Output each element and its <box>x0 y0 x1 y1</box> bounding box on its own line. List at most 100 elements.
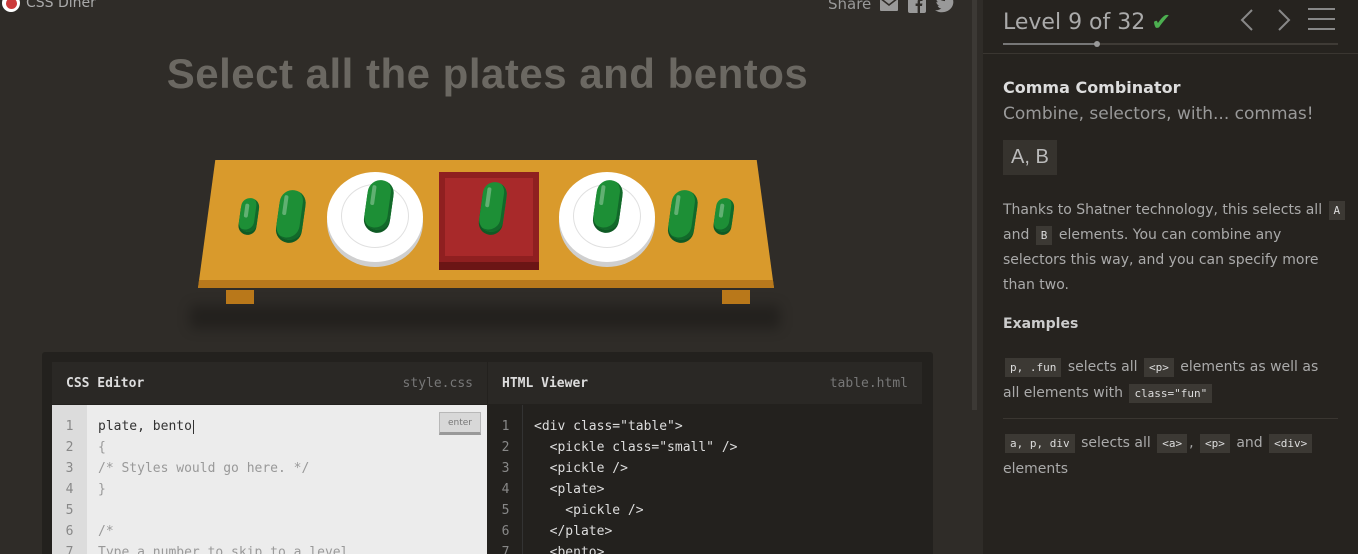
code-tag: <p> <box>1143 358 1174 377</box>
example-text: selects all <box>1081 435 1151 451</box>
checkmark-icon: ✔ <box>1151 8 1172 36</box>
code-tag: A <box>1328 201 1346 220</box>
markup-line[interactable]: 6 </plate> <box>488 521 922 542</box>
example-text: selects all <box>1067 359 1138 375</box>
code-tag: <a> <box>1157 434 1188 453</box>
share-label: Share <box>828 0 872 13</box>
html-viewer-filename: table.html <box>829 375 908 391</box>
example-text: elements <box>1003 461 1069 477</box>
line-number: 3 <box>501 461 510 476</box>
markup-line[interactable]: 4 <plate> <box>488 479 922 500</box>
markup-text: <pickle class="small" /> <box>534 440 738 455</box>
markup-line[interactable]: 7 <bento> <box>488 542 922 554</box>
code-tag: class="fun" <box>1129 384 1213 403</box>
line-number: 5 <box>65 503 74 518</box>
text-caret <box>192 419 194 434</box>
line-number: 6 <box>501 524 510 539</box>
level-sidebar: Level 9 of 32 ✔ Comma Combinator Combine… <box>983 0 1358 554</box>
css-editor-filename: style.css <box>402 375 473 391</box>
code-tag: <div> <box>1269 434 1313 453</box>
css-editor-header: CSS Editor style.css <box>52 362 487 404</box>
line-number: 3 <box>65 461 74 476</box>
markup-text: <div class="table"> <box>534 419 683 434</box>
code-text: { <box>98 440 106 455</box>
menu-bar <box>1308 28 1335 30</box>
table-leg-right <box>722 290 750 304</box>
code-line: 4} <box>52 479 487 500</box>
line-number: 6 <box>65 524 74 539</box>
level-progress-bar <box>1003 41 1338 47</box>
examples-heading: Examples <box>1003 316 1079 332</box>
line-number: 2 <box>501 440 510 455</box>
code-text: Type a number to skip to a level. <box>98 545 357 554</box>
twitter-icon[interactable] <box>935 0 955 14</box>
code-line: 2{ <box>52 437 487 458</box>
code-tag: a, p, div <box>1005 434 1075 453</box>
html-viewer-title: HTML Viewer <box>502 375 589 391</box>
line-number: 4 <box>501 482 510 497</box>
markup-text: <pickle /> <box>534 503 644 518</box>
html-viewer-body: 1 <div class="table"> 2 <pickle class="sm… <box>488 405 922 554</box>
markup-line[interactable]: 3 <pickle /> <box>488 458 922 479</box>
dinner-table-scene <box>190 150 790 330</box>
chevron-right-icon <box>1278 9 1291 31</box>
markup-text: <plate> <box>534 482 605 497</box>
enter-button[interactable]: enter <box>439 412 481 435</box>
code-line: 3 /* Styles would go here. */ <box>52 458 487 479</box>
css-editor-body: 1 plate, bento 2{ 3/* Styles would go her… <box>52 405 487 554</box>
logo-icon <box>2 0 20 12</box>
panel-scrollbar[interactable] <box>972 0 977 410</box>
level-menu-button[interactable] <box>1308 8 1335 30</box>
example-item: a, p, div selects all <a>, <p> and <div>… <box>1003 430 1338 482</box>
email-icon[interactable] <box>879 0 899 14</box>
html-viewer-header: HTML Viewer table.html <box>488 362 922 404</box>
css-selector-input[interactable]: plate, bento <box>87 419 194 434</box>
previous-level-button[interactable] <box>1233 5 1261 35</box>
chevron-left-icon <box>1240 9 1253 31</box>
share-bar: Share <box>828 0 955 14</box>
code-line: 5 <box>52 500 487 521</box>
code-line: 6 /* <box>52 521 487 542</box>
progress-fill <box>1003 43 1098 45</box>
divider <box>983 53 1358 54</box>
table-leg-left <box>226 290 254 304</box>
line-number: 5 <box>501 503 510 518</box>
hint-text: and <box>1003 227 1030 243</box>
example-item: p, .fun selects all <p> elements as well… <box>1003 354 1338 406</box>
table-shadow <box>190 305 780 329</box>
menu-bar <box>1308 8 1335 10</box>
line-number: 2 <box>65 440 74 455</box>
code-tag: <p> <box>1200 434 1230 453</box>
code-text: /* Styles would go here. */ <box>98 461 310 476</box>
markup-line[interactable]: 5 <pickle /> <box>488 500 922 521</box>
line-number: 1 <box>65 419 74 434</box>
example-text: , <box>1189 435 1194 451</box>
markup-text: <bento> <box>534 545 605 554</box>
logo-text: CSS Diner <box>26 0 96 11</box>
next-level-button[interactable] <box>1270 5 1298 35</box>
line-number: 4 <box>65 482 74 497</box>
logo[interactable]: CSS Diner <box>2 0 96 12</box>
css-input-value: plate, bento <box>98 419 192 434</box>
code-text: /* <box>98 524 114 539</box>
selector-title: Combine, selectors, with... commas! <box>1003 104 1314 124</box>
hint-text: Thanks to Shatner technology, this selec… <box>1003 202 1323 218</box>
line-number: 1 <box>501 419 510 434</box>
editor-panel: CSS Editor style.css HTML Viewer table.h… <box>42 352 933 554</box>
code-tag: p, .fun <box>1005 358 1062 377</box>
markup-line[interactable]: 1 <div class="table"> <box>488 416 922 437</box>
code-line: 7 Type a number to skip to a level. <box>52 542 487 554</box>
menu-bar <box>1308 18 1335 20</box>
selector-name: Comma Combinator <box>1003 78 1181 97</box>
level-indicator: Level 9 of 32 <box>1003 9 1146 35</box>
divider <box>1003 418 1338 419</box>
selector-syntax: A, B <box>1003 140 1057 175</box>
facebook-icon[interactable] <box>907 0 927 14</box>
selector-hint: Thanks to Shatner technology, this selec… <box>1003 198 1348 298</box>
example-text: and <box>1236 435 1263 451</box>
markup-text: </plate> <box>534 524 613 539</box>
markup-line[interactable]: 2 <pickle class="small" /> <box>488 437 922 458</box>
level-header[interactable]: Level 9 of 32 ✔ <box>1003 8 1171 36</box>
line-number: 7 <box>65 545 74 554</box>
code-tag: B <box>1035 226 1053 245</box>
